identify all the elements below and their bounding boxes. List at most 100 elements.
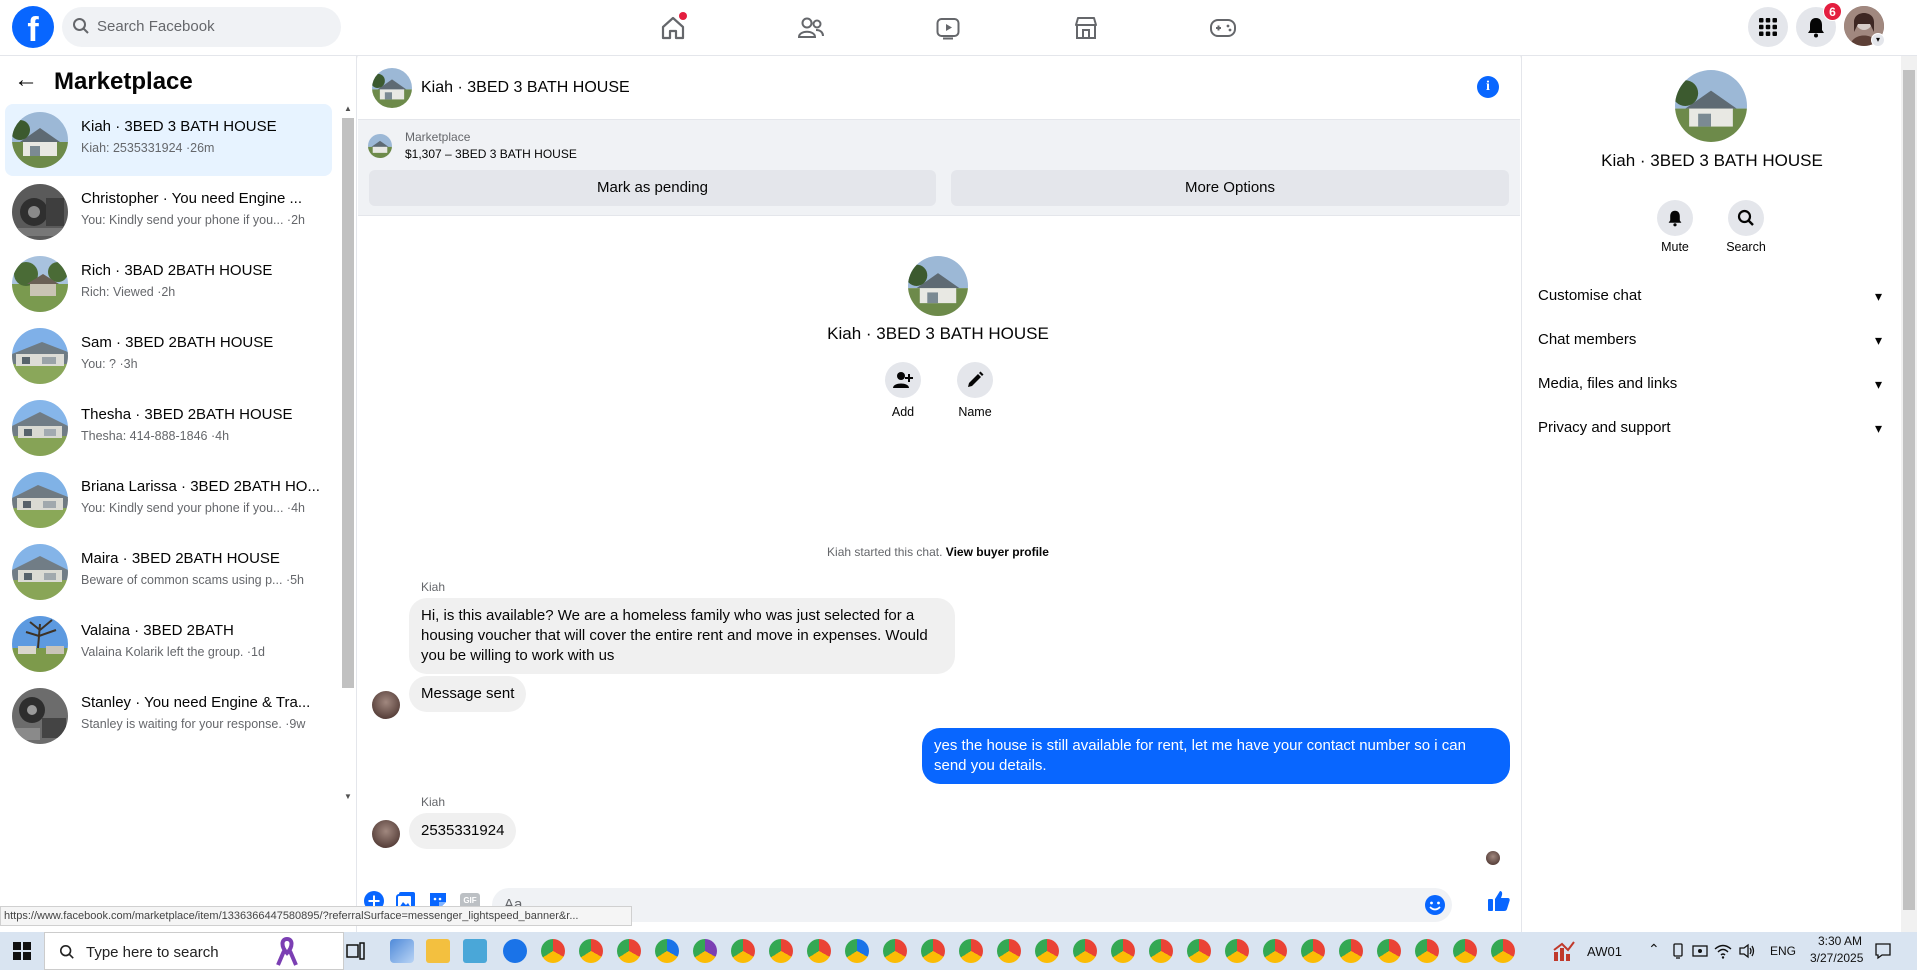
sender-avatar[interactable] bbox=[372, 691, 400, 719]
chrome-icon[interactable] bbox=[997, 939, 1021, 963]
clock-time[interactable]: 3:30 AM bbox=[1818, 934, 1862, 948]
file-explorer-icon[interactable] bbox=[426, 939, 450, 963]
friends-nav-button[interactable] bbox=[791, 8, 831, 48]
chrome-icon[interactable] bbox=[845, 939, 869, 963]
conversation-item[interactable]: Stanley · You need Engine & Tra... Stanl… bbox=[5, 680, 332, 752]
chrome-icon[interactable] bbox=[1491, 939, 1515, 963]
search-facebook-input[interactable]: Search Facebook bbox=[62, 7, 341, 47]
conversation-item[interactable]: Kiah · 3BED 3 BATH HOUSE Kiah: 253533192… bbox=[5, 104, 332, 176]
menu-button[interactable] bbox=[1748, 7, 1788, 47]
media-files-links-row[interactable]: Media, files and links ▾ bbox=[1538, 366, 1888, 402]
view-buyer-profile-link[interactable]: View buyer profile bbox=[946, 545, 1049, 559]
page-scroll-thumb[interactable] bbox=[1903, 70, 1915, 910]
mute-button[interactable] bbox=[1657, 200, 1693, 236]
chrome-icon[interactable] bbox=[1035, 939, 1059, 963]
chrome-icon[interactable] bbox=[617, 939, 641, 963]
incoming-message[interactable]: Message sent bbox=[409, 676, 527, 712]
chrome-icon[interactable] bbox=[1225, 939, 1249, 963]
chrome-icon[interactable] bbox=[1339, 939, 1363, 963]
meet-now-icon[interactable] bbox=[1692, 943, 1708, 959]
gaming-nav-button[interactable] bbox=[1203, 8, 1243, 48]
taskbar-app-icon[interactable] bbox=[503, 939, 527, 963]
chat-title[interactable]: Kiah · 3BED 3 BATH HOUSE bbox=[421, 79, 630, 97]
chat-avatar[interactable] bbox=[372, 68, 412, 108]
back-arrow-icon[interactable]: ← bbox=[14, 68, 38, 92]
chrome-icon[interactable] bbox=[1301, 939, 1325, 963]
taskbar-app-icon[interactable] bbox=[390, 939, 414, 963]
chrome-icon[interactable] bbox=[883, 939, 907, 963]
conversation-item[interactable]: Rich · 3BAD 2BATH HOUSE Rich: Viewed ·2h bbox=[5, 248, 332, 320]
outgoing-message[interactable]: yes the house is still available for ren… bbox=[922, 728, 1510, 784]
chrome-icon[interactable] bbox=[693, 939, 717, 963]
stock-chart-icon[interactable] bbox=[1552, 940, 1576, 962]
chrome-icon[interactable] bbox=[655, 939, 679, 963]
sidebar-scrollbar[interactable]: ▲ ▼ bbox=[341, 104, 355, 804]
marketplace-nav-button[interactable] bbox=[1066, 8, 1106, 48]
account-caret-icon[interactable]: ▾ bbox=[1871, 33, 1885, 47]
chrome-icon[interactable] bbox=[959, 939, 983, 963]
notifications-button[interactable]: 6 bbox=[1796, 2, 1842, 47]
conversation-item[interactable]: Maira · 3BED 2BATH HOUSE Beware of commo… bbox=[5, 536, 332, 608]
facebook-logo-icon[interactable]: f bbox=[12, 6, 54, 48]
incoming-message[interactable]: Hi, is this available? We are a homeless… bbox=[409, 598, 955, 674]
chrome-icon[interactable] bbox=[1415, 939, 1439, 963]
task-view-icon[interactable] bbox=[346, 942, 366, 960]
customise-chat-row[interactable]: Customise chat ▾ bbox=[1538, 278, 1888, 314]
more-options-button[interactable]: More Options bbox=[951, 170, 1509, 206]
page-scrollbar[interactable] bbox=[1901, 56, 1917, 932]
conversation-item[interactable]: Christopher · You need Engine ... You: K… bbox=[5, 176, 332, 248]
conversation-name: Stanley · You need Engine & Tra... bbox=[81, 694, 311, 711]
send-like-button[interactable] bbox=[1486, 888, 1512, 914]
windows-logo-icon bbox=[13, 942, 31, 960]
listing-price-title[interactable]: $1,307 – 3BED 3 BATH HOUSE bbox=[405, 147, 577, 161]
chrome-icon[interactable] bbox=[769, 939, 793, 963]
video-nav-button[interactable] bbox=[928, 8, 968, 48]
language-indicator[interactable]: ENG bbox=[1770, 944, 1796, 958]
chat-members-row[interactable]: Chat members ▾ bbox=[1538, 322, 1888, 358]
sender-avatar[interactable] bbox=[372, 820, 400, 848]
info-icon[interactable]: i bbox=[1477, 76, 1499, 98]
chrome-icon[interactable] bbox=[807, 939, 831, 963]
tray-device-icon[interactable] bbox=[1670, 943, 1686, 959]
start-button[interactable] bbox=[0, 932, 44, 970]
chevron-down-icon: ▾ bbox=[1874, 332, 1882, 348]
edit-name-button[interactable] bbox=[957, 362, 993, 398]
add-person-button[interactable] bbox=[885, 362, 921, 398]
chrome-icon[interactable] bbox=[541, 939, 565, 963]
chrome-icon[interactable] bbox=[1111, 939, 1135, 963]
taskbar-search-box[interactable]: Type here to search bbox=[44, 932, 344, 970]
chrome-icon[interactable] bbox=[1187, 939, 1211, 963]
chrome-icon[interactable] bbox=[921, 939, 945, 963]
chrome-icon[interactable] bbox=[1377, 939, 1401, 963]
incoming-message[interactable]: 2535331924 bbox=[409, 813, 517, 849]
conversation-item[interactable]: Sam · 3BED 2BATH HOUSE You: ? ·3h bbox=[5, 320, 332, 392]
scroll-down-arrow-icon[interactable]: ▼ bbox=[344, 792, 352, 801]
sidebar-scroll-thumb[interactable] bbox=[342, 118, 354, 688]
clock-date[interactable]: 3/27/2025 bbox=[1810, 951, 1863, 965]
wifi-icon[interactable] bbox=[1714, 943, 1732, 959]
chrome-icon[interactable] bbox=[1453, 939, 1477, 963]
scroll-up-arrow-icon[interactable]: ▲ bbox=[344, 104, 352, 113]
conversation-item[interactable]: Briana Larissa · 3BED 2BATH HO... You: K… bbox=[5, 464, 332, 536]
chrome-icon[interactable] bbox=[1149, 939, 1173, 963]
conversation-preview: You: Kindly send your phone if you... ·2… bbox=[81, 213, 305, 227]
conversation-item[interactable]: Thesha · 3BED 2BATH HOUSE Thesha: 414-88… bbox=[5, 392, 332, 464]
show-hidden-icons-chevron-icon[interactable]: ⌃ bbox=[1648, 941, 1660, 958]
conversation-item[interactable]: Valaina · 3BED 2BATH Valaina Kolarik lef… bbox=[5, 608, 332, 680]
row-label: Privacy and support bbox=[1538, 419, 1671, 436]
home-nav-button[interactable] bbox=[653, 8, 693, 48]
chrome-icon[interactable] bbox=[1263, 939, 1287, 963]
mark-as-pending-button[interactable]: Mark as pending bbox=[369, 170, 936, 206]
chrome-icon[interactable] bbox=[1073, 939, 1097, 963]
conversation-name: Valaina · 3BED 2BATH bbox=[81, 622, 234, 639]
volume-icon[interactable] bbox=[1738, 943, 1756, 959]
message-input[interactable]: Aa bbox=[492, 888, 1452, 922]
search-placeholder: Search Facebook bbox=[97, 18, 215, 35]
privacy-support-row[interactable]: Privacy and support ▾ bbox=[1538, 410, 1888, 446]
chrome-icon[interactable] bbox=[731, 939, 755, 963]
chrome-icon[interactable] bbox=[579, 939, 603, 963]
emoji-icon[interactable] bbox=[1424, 894, 1446, 916]
taskbar-app-icon[interactable] bbox=[463, 939, 487, 963]
search-in-conversation-button[interactable] bbox=[1728, 200, 1764, 236]
action-center-icon[interactable] bbox=[1874, 942, 1892, 960]
